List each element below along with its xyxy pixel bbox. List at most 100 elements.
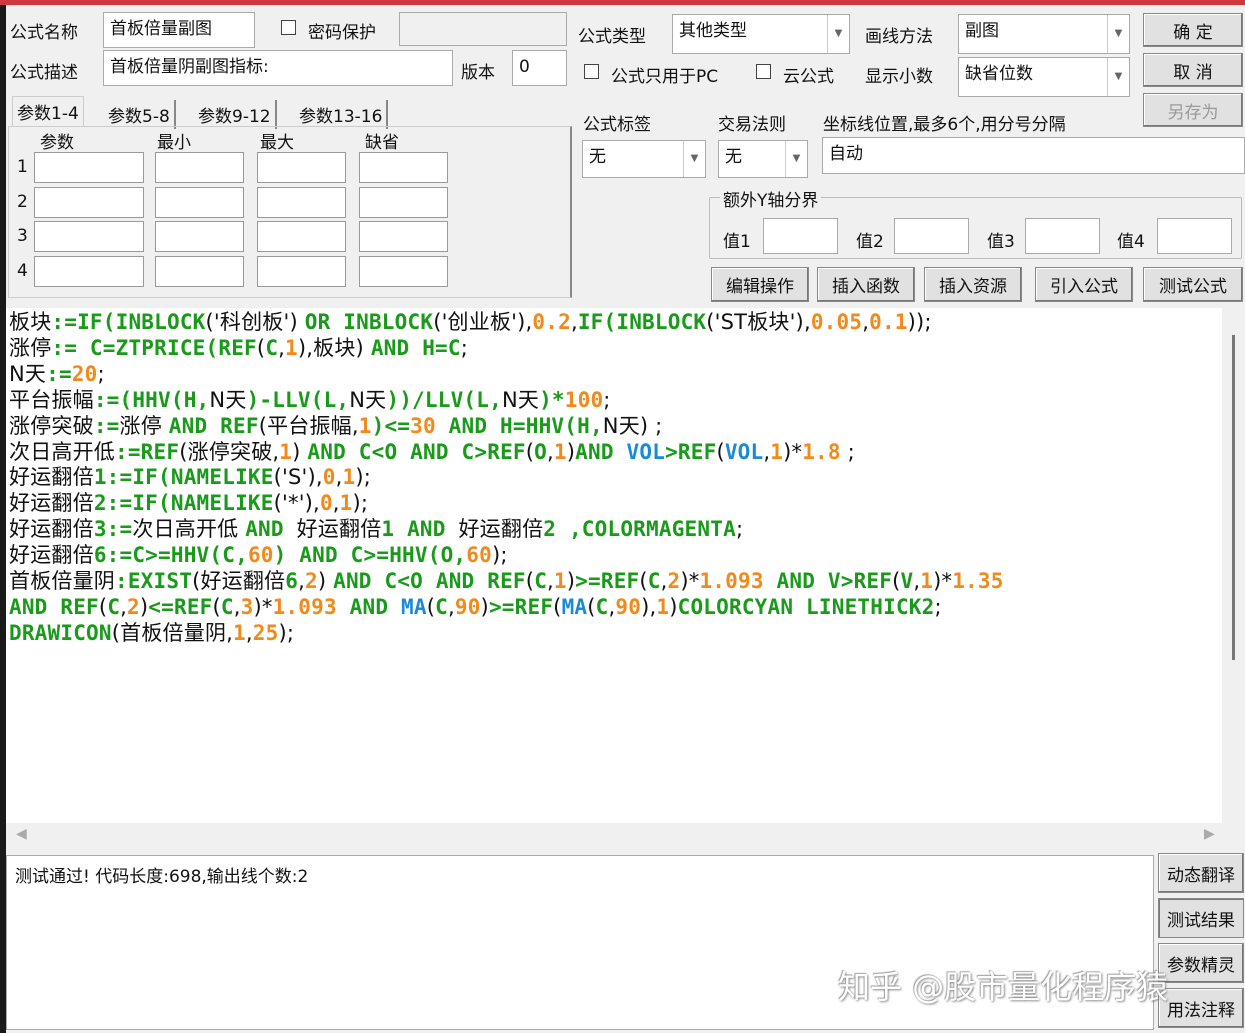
param-name-input-1[interactable]: [34, 152, 144, 183]
code-number: 20: [71, 361, 98, 386]
formula-type-select[interactable]: 其他类型 ▼: [672, 14, 850, 54]
y-value-2-input[interactable]: [894, 218, 969, 254]
code-builtin: MA: [561, 594, 588, 619]
code-keyword: C: [595, 594, 609, 619]
code-number: 60: [466, 543, 492, 568]
cloud-formula-checkbox[interactable]: [756, 64, 771, 79]
test-formula-button[interactable]: 测试公式: [1143, 267, 1243, 302]
formula-name-input[interactable]: 首板倍量副图: [103, 12, 255, 48]
horizontal-scrollbar[interactable]: ◀ ▶: [6, 823, 1240, 849]
param-row-number: 3: [17, 226, 28, 246]
trade-rule-select[interactable]: 无 ▼: [718, 140, 808, 178]
code-text: (平台振幅,: [258, 413, 359, 438]
code-number: 100: [564, 387, 604, 412]
scroll-left-icon[interactable]: ◀: [16, 826, 27, 842]
password-checkbox[interactable]: [281, 20, 296, 35]
formula-desc-input[interactable]: 首板倍量阴副图指标:: [103, 50, 453, 86]
vertical-scrollbar[interactable]: [1222, 308, 1240, 823]
code-number: 30: [410, 413, 436, 438]
code-keyword: )*: [539, 387, 565, 412]
param-min-input-2[interactable]: [155, 186, 244, 218]
tab-params-5-8[interactable]: 参数5-8: [104, 100, 176, 129]
code-keyword: :=: [46, 361, 72, 386]
code-number: 1: [920, 569, 934, 594]
code-keyword: :=IF(INBLOCK: [51, 310, 206, 334]
code-keyword: C: [220, 594, 234, 619]
param-header-default: 缺省: [365, 133, 399, 153]
param-min-input-3[interactable]: [155, 221, 244, 252]
param-max-input-3[interactable]: [257, 221, 346, 252]
pc-only-checbox[interactable]: [584, 64, 599, 79]
code-keyword: :=(HHV(H,: [93, 387, 210, 412]
scroll-right-icon[interactable]: ▶: [1204, 826, 1215, 842]
param-max-input-2[interactable]: [257, 186, 346, 218]
tab-params-1-4[interactable]: 参数1-4: [12, 96, 84, 126]
y-value-3-label: 值3: [987, 232, 1015, 252]
insert-function-button[interactable]: 插入函数: [817, 267, 915, 302]
param-wizard-button[interactable]: 参数精灵: [1158, 943, 1244, 983]
code-text: 好运翻倍: [9, 465, 94, 490]
code-text: 次日高开低: [132, 517, 246, 542]
param-default-input-4[interactable]: [359, 255, 448, 287]
code-text: ,: [547, 439, 554, 464]
formula-tag-select[interactable]: 无 ▼: [582, 140, 706, 178]
code-editor[interactable]: 板块:=IF(INBLOCK('科创板') OR INBLOCK('创业板'),…: [6, 308, 1222, 823]
code-number: 90: [615, 594, 642, 619]
param-name-input-4[interactable]: [34, 255, 144, 287]
param-default-input-1[interactable]: [359, 152, 448, 183]
decimals-select[interactable]: 缺省位数 ▼: [958, 57, 1130, 97]
code-text: ): [566, 439, 576, 464]
test-result-button[interactable]: 测试结果: [1158, 898, 1244, 938]
insert-resource-button[interactable]: 插入资源: [924, 267, 1022, 302]
code-text: (: [426, 594, 436, 619]
code-keyword: :=REF: [115, 439, 180, 464]
code-text: ('创业板'),: [433, 310, 533, 334]
code-text: 涨停: [119, 413, 169, 438]
vertical-scrollbar-thumb[interactable]: [1232, 335, 1235, 660]
code-text: ,: [547, 569, 554, 594]
y-value-3-input[interactable]: [1025, 218, 1100, 254]
ok-button[interactable]: 确 定: [1143, 13, 1243, 47]
param-name-input-3[interactable]: [34, 221, 144, 252]
usage-notes-button[interactable]: 用法注释: [1158, 988, 1244, 1028]
code-keyword: 1:=IF(NAMELIKE: [93, 465, 274, 490]
code-text: ,: [335, 465, 343, 490]
y-value-1-input[interactable]: [763, 218, 838, 254]
draw-method-select[interactable]: 副图 ▼: [958, 14, 1130, 54]
password-input[interactable]: [399, 12, 567, 46]
title-bar: [0, 0, 1245, 5]
code-text: ;: [934, 594, 942, 619]
param-default-input-3[interactable]: [359, 221, 448, 252]
param-header-name: 参数: [40, 133, 74, 153]
formula-desc-label: 公式描述: [10, 63, 78, 83]
tab-params-13-16[interactable]: 参数13-16: [295, 100, 389, 129]
code-number: 1: [339, 491, 353, 516]
y-value-4-input[interactable]: [1157, 218, 1232, 254]
version-input[interactable]: 0: [512, 50, 567, 86]
param-min-input-4[interactable]: [155, 255, 244, 287]
param-max-input-1[interactable]: [257, 152, 346, 183]
code-keyword: V: [900, 569, 914, 594]
param-max-input-4[interactable]: [257, 255, 346, 287]
y-value-4-label: 值4: [1117, 232, 1145, 252]
code-number: 1: [279, 439, 293, 464]
axis-lines-input[interactable]: 自动: [822, 137, 1245, 174]
code-text: ;: [735, 517, 744, 542]
param-name-input-2[interactable]: [34, 186, 144, 218]
dynamic-translate-button[interactable]: 动态翻译: [1158, 853, 1244, 893]
param-min-input-1[interactable]: [155, 152, 244, 183]
save-as-button[interactable]: 另存为: [1143, 93, 1243, 127]
import-formula-button[interactable]: 引入公式: [1035, 267, 1133, 302]
param-header-min: 最小: [157, 133, 191, 153]
code-number: 1: [233, 620, 246, 645]
formula-type-label: 公式类型: [578, 27, 646, 47]
tab-params-9-12[interactable]: 参数9-12: [194, 100, 277, 129]
param-default-input-2[interactable]: [359, 186, 448, 218]
code-text: ): [669, 594, 678, 619]
cancel-button[interactable]: 取 消: [1143, 53, 1243, 87]
code-line: N天:=20;: [9, 362, 1222, 388]
code-keyword: AND: [575, 439, 627, 464]
edit-operations-button[interactable]: 编辑操作: [711, 267, 809, 302]
code-number: 1: [358, 413, 372, 438]
code-keyword: C: [435, 594, 448, 619]
